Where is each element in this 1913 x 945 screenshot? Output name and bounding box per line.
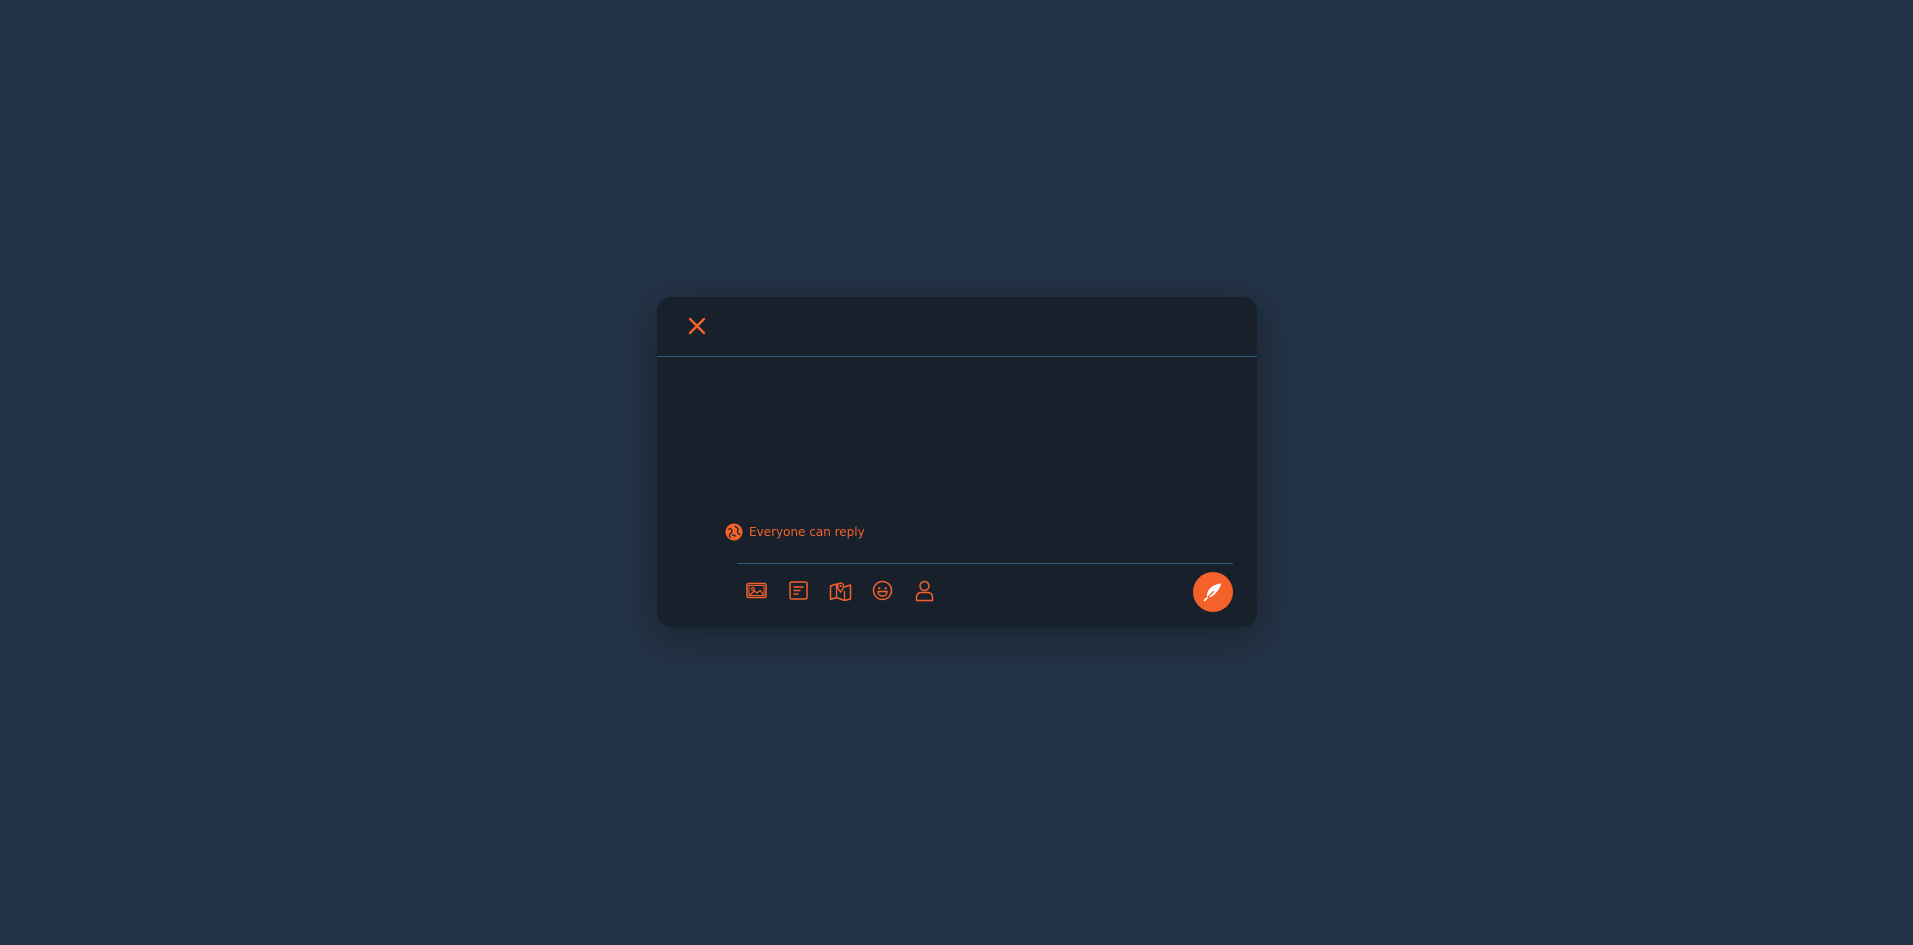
add-image-button[interactable] [745,579,768,602]
user-icon [915,580,934,601]
compose-toolbar [745,579,936,602]
poll-icon [789,581,808,600]
reply-setting-button[interactable]: Everyone can reply [725,523,865,541]
add-poll-button[interactable] [787,579,810,602]
compose-input[interactable] [737,367,1231,511]
emoji-icon [872,580,893,601]
image-icon [746,582,767,599]
compose-modal: Everyone can reply [657,297,1257,627]
feather-icon [1203,583,1222,602]
divider [737,563,1233,564]
modal-header [657,297,1257,357]
tag-user-button[interactable] [913,579,936,602]
reply-setting-label: Everyone can reply [749,525,865,539]
close-button[interactable] [685,314,709,338]
close-icon [688,317,706,335]
map-icon [829,582,852,601]
add-emoji-button[interactable] [871,579,894,602]
globe-icon [725,523,743,541]
add-location-button[interactable] [829,579,852,602]
post-button[interactable] [1193,572,1233,612]
